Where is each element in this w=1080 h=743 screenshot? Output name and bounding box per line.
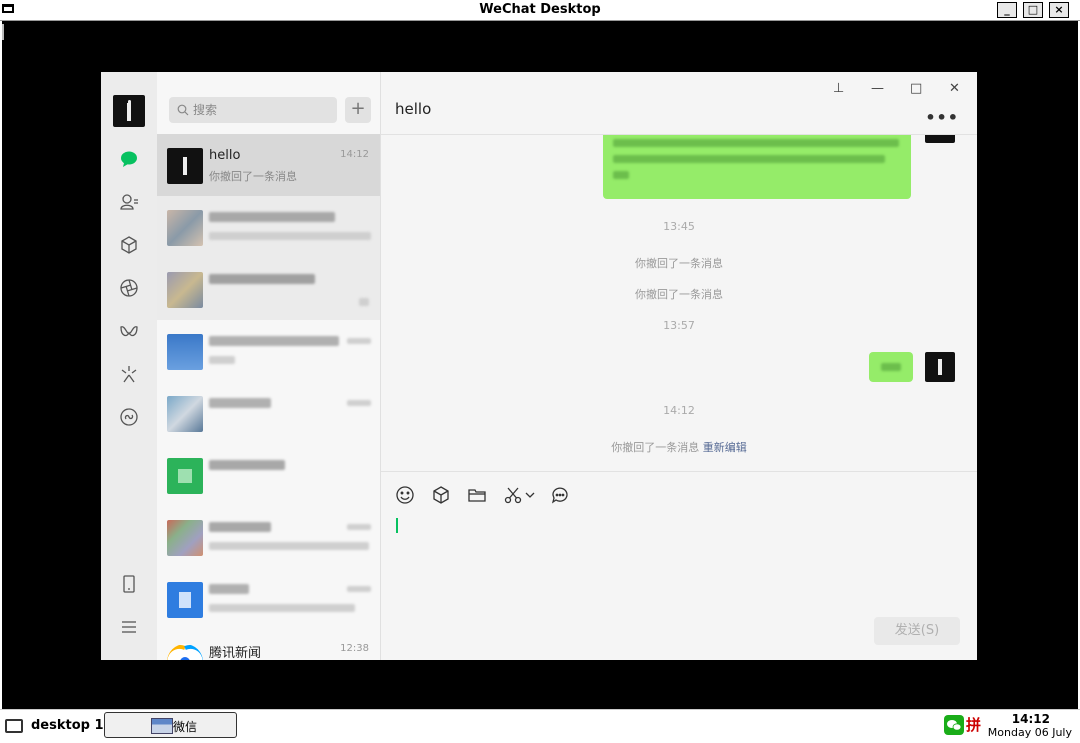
conversation-item[interactable] — [157, 196, 380, 258]
desktop-icon[interactable] — [5, 719, 23, 733]
minimize-app-button[interactable]: — — [871, 81, 884, 96]
conversation-name: 腾讯新闻 — [209, 646, 262, 660]
input-method-icon[interactable]: 拼 — [966, 714, 981, 735]
phone-icon[interactable] — [118, 573, 140, 595]
message-bubble[interactable] — [869, 352, 913, 382]
emoji-icon[interactable] — [394, 484, 416, 506]
close-button[interactable]: × — [1049, 2, 1069, 18]
chevron-down-icon[interactable] — [524, 484, 536, 506]
message-timestamp: 13:57 — [663, 319, 695, 332]
message-timestamp: 14:12 — [663, 404, 695, 417]
send-button[interactable]: 发送(S) — [874, 617, 960, 645]
message-timestamp: 13:45 — [663, 220, 695, 233]
scissors-icon[interactable] — [502, 484, 524, 506]
conversation-item[interactable]: hello 你撤回了一条消息 14:12 — [157, 134, 380, 196]
window-icon — [151, 718, 173, 734]
folder-icon[interactable] — [466, 484, 488, 506]
maximize-app-button[interactable]: □ — [910, 81, 922, 96]
avatar — [167, 582, 203, 618]
more-options-button[interactable]: ••• — [925, 108, 959, 127]
outer-titlebar[interactable]: WeChat Desktop _ □ × — [0, 0, 1080, 21]
chat-panel: hello ⊥ — □ ✕ ••• 13:45 你撤回了一条消息 你撤回了一条消… — [381, 72, 977, 660]
wechat-window: 搜索 + hello 你撤回了一条消息 14:12 腾讯新闻 12:38 hel… — [101, 72, 977, 660]
window-title: WeChat Desktop — [479, 2, 601, 17]
search-discover-icon[interactable] — [118, 363, 140, 385]
re-edit-link[interactable]: 重新编辑 — [703, 441, 747, 454]
chat-history-icon[interactable] — [549, 484, 571, 506]
resize-grip[interactable] — [2, 24, 4, 40]
menu-icon[interactable] — [118, 616, 140, 638]
taskbar-item-label: 微信 — [173, 720, 198, 734]
message-composer: 发送(S) — [381, 471, 977, 661]
conversation-item[interactable] — [157, 444, 380, 506]
taskbar: desktop 1 微信 拼 14:12 Monday 06 July — [0, 709, 1080, 743]
conversation-item[interactable] — [157, 258, 380, 320]
conversation-time: 14:12 — [340, 149, 369, 160]
search-placeholder: 搜索 — [193, 103, 218, 117]
clock-date: Monday 06 July — [987, 726, 1072, 739]
recall-note: 你撤回了一条消息 — [635, 288, 723, 301]
conversation-item[interactable] — [157, 568, 380, 630]
avatar — [167, 272, 203, 308]
chat-title: hello — [395, 100, 432, 118]
mini-program-icon[interactable] — [118, 406, 140, 428]
pin-button[interactable]: ⊥ — [833, 81, 844, 96]
chat-icon[interactable] — [118, 148, 140, 170]
nav-rail — [101, 72, 157, 660]
favorites-icon[interactable] — [430, 484, 452, 506]
avatar — [167, 334, 203, 370]
recall-note: 你撤回了一条消息 — [635, 257, 723, 270]
search-icon — [177, 104, 189, 116]
avatar — [167, 458, 203, 494]
moments-icon[interactable] — [118, 277, 140, 299]
conversation-item[interactable]: 腾讯新闻 … 12:38 — [157, 630, 380, 660]
user-avatar[interactable] — [113, 95, 145, 127]
avatar[interactable] — [925, 352, 955, 382]
close-app-button[interactable]: ✕ — [949, 81, 960, 96]
clock-time: 14:12 — [1011, 712, 1050, 726]
favorites-icon[interactable] — [118, 234, 140, 256]
conversation-name: hello — [209, 148, 241, 163]
conversation-item[interactable] — [157, 382, 380, 444]
minimize-button[interactable]: _ — [997, 2, 1017, 18]
taskbar-item-wechat[interactable]: 微信 — [104, 712, 237, 738]
search-input[interactable]: 搜索 — [169, 97, 337, 123]
conversation-list: 搜索 + hello 你撤回了一条消息 14:12 腾讯新闻 12:38 — [157, 72, 381, 660]
conversation-time: 12:38 — [340, 643, 369, 654]
conversation-preview: 你撤回了一条消息 — [209, 170, 297, 183]
avatar — [167, 148, 203, 184]
wechat-tray-icon[interactable] — [944, 715, 964, 735]
add-button[interactable]: + — [345, 97, 371, 123]
avatar — [167, 644, 203, 660]
message-bubble[interactable] — [603, 135, 911, 199]
maximize-button[interactable]: □ — [1023, 2, 1043, 18]
conversation-item[interactable] — [157, 506, 380, 568]
conversation-item[interactable] — [157, 320, 380, 382]
avatar — [167, 210, 203, 246]
contacts-icon[interactable] — [118, 191, 140, 213]
recall-note: 你撤回了一条消息 重新编辑 — [381, 439, 977, 455]
text-cursor[interactable] — [396, 518, 398, 533]
avatar[interactable] — [925, 135, 955, 143]
channels-icon[interactable] — [118, 320, 140, 342]
recall-note-text: 你撤回了一条消息 — [611, 441, 700, 454]
avatar — [167, 396, 203, 432]
desktop-label[interactable]: desktop 1 — [31, 718, 104, 733]
message-area: 13:45 你撤回了一条消息 你撤回了一条消息 13:57 14:12 你撤回了… — [381, 135, 977, 470]
avatar — [167, 520, 203, 556]
window-border-left — [0, 21, 2, 713]
chat-header: hello ⊥ — □ ✕ ••• — [381, 72, 977, 135]
